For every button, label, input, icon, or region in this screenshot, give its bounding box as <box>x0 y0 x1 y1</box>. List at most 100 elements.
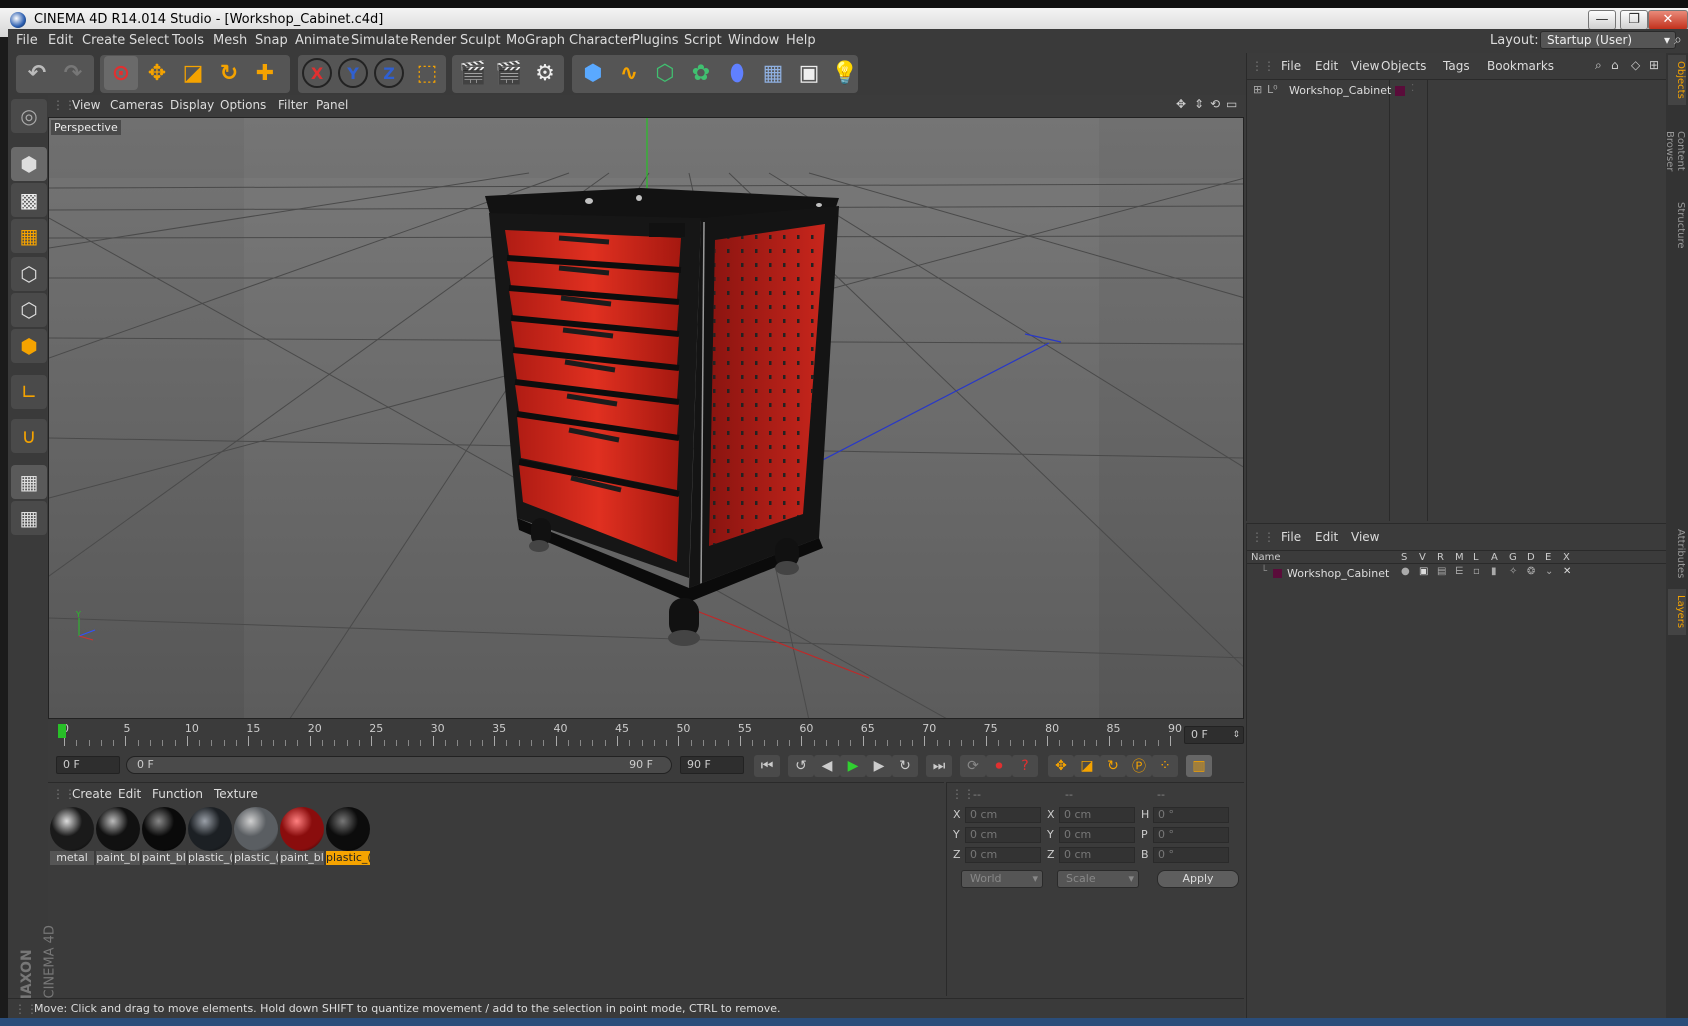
menu-window[interactable]: Window <box>728 33 779 48</box>
visible-toggle-icon[interactable]: ▣ <box>1419 566 1428 577</box>
new-window-icon[interactable]: ⊞ <box>1649 58 1659 72</box>
col-name[interactable]: Name <box>1251 552 1281 563</box>
key-rotation-icon[interactable]: ↻ <box>1100 755 1126 777</box>
layer-row[interactable]: └ Workshop_Cabinet ● ▣ ▤ ⋿ ▫ ▮ ✧ ❂ ⌄ ✕ <box>1247 566 1667 582</box>
menu-help[interactable]: Help <box>786 33 816 48</box>
visibility-dots-icon[interactable]: ⁚ <box>1411 83 1414 94</box>
y-axis-lock-button[interactable]: Y <box>338 58 368 88</box>
tab-structure[interactable]: Structure <box>1668 197 1686 253</box>
locked-workplane-icon[interactable]: ▦ <box>11 465 47 499</box>
layer-menu-view[interactable]: View <box>1351 530 1379 544</box>
pos-y-field[interactable]: 0 cm <box>965 827 1041 843</box>
edges-mode-icon[interactable]: ⬡ <box>11 293 47 327</box>
viewport-pan-icon[interactable]: ✥ <box>1176 97 1186 111</box>
layer-menu-file[interactable]: File <box>1281 530 1301 544</box>
col-expressions[interactable]: E <box>1545 552 1551 563</box>
render-view-icon[interactable]: 🎬 <box>456 56 490 90</box>
move-tool-icon[interactable]: ✥ <box>140 56 174 90</box>
menu-snap[interactable]: Snap <box>255 33 288 48</box>
deformer-icon[interactable]: ⬮ <box>720 56 754 90</box>
deformer-toggle-icon[interactable]: ❂ <box>1527 566 1535 577</box>
menu-render[interactable]: Render <box>410 33 456 48</box>
model-mode-icon[interactable]: ⬢ <box>11 147 47 181</box>
material-swatch[interactable]: plastic_( <box>188 807 232 865</box>
previous-frame-icon[interactable]: ◀ <box>814 755 840 777</box>
material-swatch[interactable]: plastic_( <box>234 807 278 865</box>
menu-edit[interactable]: Edit <box>48 33 73 48</box>
size-mode-dropdown[interactable]: Scale ▾ <box>1057 870 1139 888</box>
go-to-end-icon[interactable]: ⏭ <box>926 755 952 777</box>
object-menu-file[interactable]: File <box>1281 59 1301 73</box>
material-swatch[interactable]: paint_bl <box>96 807 140 865</box>
material-swatch[interactable]: metal <box>50 807 94 865</box>
layer-color-swatch[interactable] <box>1273 569 1282 578</box>
viewport-menu-options[interactable]: Options <box>220 98 266 112</box>
animation-toggle-icon[interactable]: ▮ <box>1491 566 1497 577</box>
next-frame-icon[interactable]: ▶ <box>866 755 892 777</box>
rotate-tool-icon[interactable]: ↻ <box>212 56 246 90</box>
z-axis-lock-button[interactable]: Z <box>374 58 404 88</box>
rot-h-field[interactable]: 0 ° <box>1153 807 1229 823</box>
viewport-zoom-icon[interactable]: ⇕ <box>1194 97 1204 111</box>
polygons-mode-icon[interactable]: ⬢ <box>11 329 47 363</box>
viewport-maximize-icon[interactable]: ▭ <box>1226 97 1237 111</box>
layer-menu-edit[interactable]: Edit <box>1315 530 1338 544</box>
menu-select[interactable]: Select <box>129 33 169 48</box>
viewport-rotate-icon[interactable]: ⟲ <box>1210 97 1220 111</box>
home-icon[interactable]: ⌂ <box>1611 58 1619 72</box>
xref-toggle-icon[interactable]: ✕ <box>1563 566 1571 577</box>
col-deformers[interactable]: D <box>1527 552 1535 563</box>
key-position-icon[interactable]: ✥ <box>1048 755 1074 777</box>
restore-button[interactable]: ❐ <box>1620 10 1648 30</box>
preview-range-slider[interactable]: 0 F 90 F <box>126 756 672 774</box>
viewport-menu-filter[interactable]: Filter <box>278 98 308 112</box>
points-mode-icon[interactable]: ⬡ <box>11 257 47 291</box>
menu-tools[interactable]: Tools <box>172 33 204 48</box>
material-menu-texture[interactable]: Texture <box>214 787 258 801</box>
x-axis-lock-button[interactable]: X <box>302 58 332 88</box>
render-toggle-icon[interactable]: ▤ <box>1437 566 1446 577</box>
key-scale-icon[interactable]: ◪ <box>1074 755 1100 777</box>
object-row[interactable]: ⊞ L⁰ Workshop_Cabinet <box>1251 83 1391 101</box>
layer-color-tag[interactable] <box>1395 86 1405 96</box>
col-animation[interactable]: A <box>1491 552 1498 563</box>
material-menu-edit[interactable]: Edit <box>118 787 141 801</box>
subdivision-surface-icon[interactable]: ⬡ <box>648 56 682 90</box>
axis-mode-icon[interactable]: ∟ <box>11 375 47 409</box>
camera-icon[interactable]: ▣ <box>792 56 826 90</box>
render-picture-viewer-icon[interactable]: 🎬 <box>492 56 526 90</box>
spline-icon[interactable]: ∿ <box>612 56 646 90</box>
hide-icon[interactable]: ◇ <box>1631 58 1640 72</box>
coordinate-system-icon[interactable]: ⬚ <box>410 56 444 90</box>
viewport-menu-view[interactable]: View <box>72 98 100 112</box>
planar-workplane-icon[interactable]: ▦ <box>11 501 47 535</box>
menu-animate[interactable]: Animate <box>295 33 349 48</box>
material-menu-function[interactable]: Function <box>152 787 203 801</box>
scale-tool-icon[interactable]: ◪ <box>176 56 210 90</box>
create-object-icon[interactable]: ✚ <box>248 56 282 90</box>
col-solo[interactable]: S <box>1401 552 1407 563</box>
make-editable-icon[interactable]: ◎ <box>11 99 47 133</box>
col-render[interactable]: R <box>1437 552 1444 563</box>
pos-z-field[interactable]: 0 cm <box>965 847 1041 863</box>
menu-create[interactable]: Create <box>82 33 125 48</box>
light-icon[interactable]: 💡 <box>828 56 862 90</box>
array-icon[interactable]: ✿ <box>684 56 718 90</box>
search-icon[interactable]: ⌕ <box>1595 58 1602 73</box>
autokey-icon[interactable]: ⏺ <box>986 755 1012 777</box>
render-settings-icon[interactable]: ⚙ <box>528 56 562 90</box>
menu-plugins[interactable]: Plugins <box>632 33 679 48</box>
object-menu-tags[interactable]: Tags <box>1443 59 1470 73</box>
solo-toggle-icon[interactable]: ● <box>1401 566 1410 577</box>
col-xref[interactable]: X <box>1563 552 1570 563</box>
object-menu-bookmarks[interactable]: Bookmarks <box>1487 59 1554 73</box>
pos-x-field[interactable]: 0 cm <box>965 807 1041 823</box>
tab-content-browser[interactable]: Content Browser <box>1664 109 1686 193</box>
next-key-icon[interactable]: ↻ <box>892 755 918 777</box>
viewport-menu-display[interactable]: Display <box>170 98 214 112</box>
end-frame-field[interactable]: 90 F <box>680 756 744 774</box>
texture-mode-icon[interactable]: ▩ <box>11 183 47 217</box>
expand-icon[interactable]: ⊞ <box>1253 83 1262 96</box>
workplane-mode-icon[interactable]: ▦ <box>11 219 47 253</box>
timeline-ruler[interactable]: 051015202530354045505560657075808590 0 F… <box>48 720 1244 750</box>
